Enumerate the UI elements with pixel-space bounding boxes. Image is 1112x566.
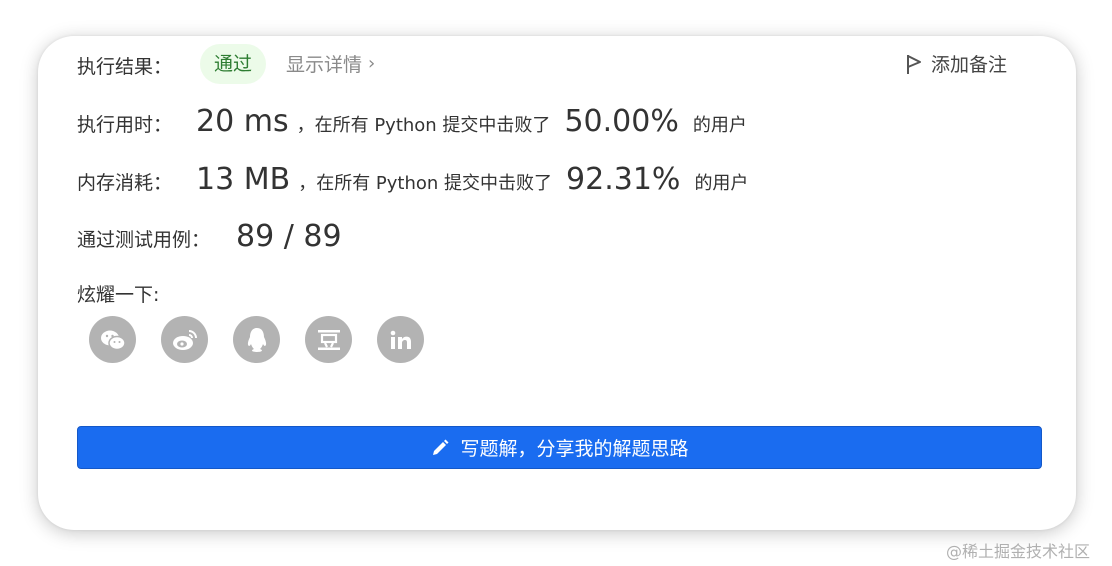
share-icons xyxy=(89,316,449,363)
weibo-share-button[interactable] xyxy=(161,316,208,363)
testcases-value: 89 / 89 xyxy=(236,219,342,254)
weibo-icon xyxy=(172,329,197,350)
add-note-button[interactable]: 添加备注 xyxy=(905,50,1007,77)
runtime-middle-text: ，在所有 Python 提交中击败了 xyxy=(296,115,551,136)
result-row: 执行结果： xyxy=(77,52,172,79)
memory-label: 内存消耗： xyxy=(77,172,173,194)
result-label: 执行结果： xyxy=(77,56,173,78)
qq-share-button[interactable] xyxy=(233,316,280,363)
show-details-link[interactable]: 显示详情 › xyxy=(286,50,375,77)
flag-icon xyxy=(907,54,921,74)
linkedin-share-button[interactable] xyxy=(377,316,424,363)
share-label: 炫耀一下: xyxy=(77,284,160,306)
runtime-row: 执行用时： 20 ms ，在所有 Python 提交中击败了 50.00% 的用… xyxy=(77,104,747,139)
qq-icon xyxy=(247,327,266,352)
status-badge: 通过 xyxy=(200,44,267,84)
show-details-label: 显示详情 xyxy=(286,54,363,76)
share-row: 炫耀一下: xyxy=(77,280,159,307)
add-note-label: 添加备注 xyxy=(931,54,1008,76)
douban-share-button[interactable] xyxy=(305,316,352,363)
pencil-icon xyxy=(433,439,449,455)
memory-value: 13 MB xyxy=(196,162,291,197)
runtime-label: 执行用时： xyxy=(77,114,173,136)
memory-percent: 92.31% xyxy=(566,162,681,197)
write-solution-label: 写题解，分享我的解题思路 xyxy=(460,438,689,460)
watermark: @稀土掘金技术社区 xyxy=(946,542,1091,561)
memory-middle-text: ，在所有 Python 提交中击败了 xyxy=(298,173,553,194)
chevron-right-icon: › xyxy=(368,53,376,74)
memory-row: 内存消耗： 13 MB ，在所有 Python 提交中击败了 92.31% 的用… xyxy=(77,162,748,197)
runtime-percent: 50.00% xyxy=(564,104,679,139)
douban-icon xyxy=(317,329,340,350)
memory-suffix: 的用户 xyxy=(694,173,749,194)
runtime-value: 20 ms xyxy=(196,104,289,139)
linkedin-icon xyxy=(390,330,411,349)
testcases-label: 通过测试用例： xyxy=(77,229,211,251)
wechat-share-button[interactable] xyxy=(89,316,136,363)
testcases-row: 通过测试用例： 89 / 89 xyxy=(77,219,342,254)
write-solution-button[interactable]: 写题解，分享我的解题思路 xyxy=(77,426,1042,469)
runtime-suffix: 的用户 xyxy=(692,115,747,136)
wechat-icon xyxy=(100,330,126,350)
